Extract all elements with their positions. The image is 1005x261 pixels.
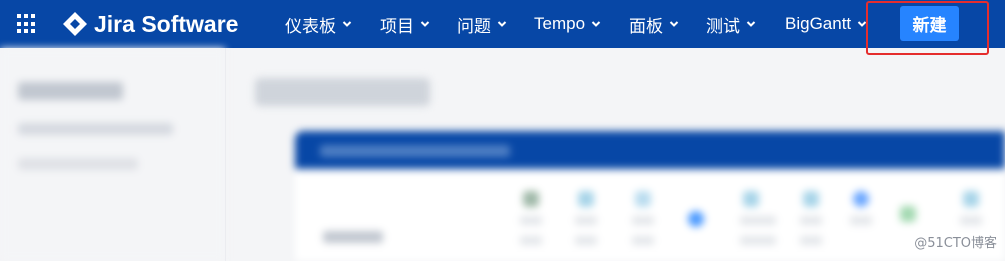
nav-item-label: BigGantt <box>785 14 852 33</box>
card-banner <box>295 131 1005 169</box>
cell-icon <box>963 191 979 207</box>
nav-item-label: 问题 <box>457 16 491 36</box>
sidebar-divider <box>225 48 226 261</box>
cell-icon <box>853 191 869 207</box>
app-switcher-grid-icon[interactable] <box>17 14 37 34</box>
chevron-down-icon <box>746 21 756 27</box>
cell-bar <box>850 216 872 225</box>
cell-bar <box>632 216 654 225</box>
nav-item-label: 面板 <box>629 16 663 36</box>
sidebar-title-placeholder <box>18 82 123 100</box>
blurred-page-content <box>0 48 1005 261</box>
content-card <box>295 131 1005 261</box>
cell-bar <box>520 216 542 225</box>
cell-icon <box>635 191 651 207</box>
banner-text-placeholder <box>320 145 510 157</box>
nav-item-biggantt[interactable]: BigGantt <box>785 12 867 36</box>
nav-item-label: 测试 <box>706 16 740 36</box>
chevron-down-icon <box>342 21 352 27</box>
chevron-down-icon <box>857 21 867 27</box>
jira-software-logo[interactable]: Jira Software <box>62 9 238 39</box>
chevron-down-icon <box>669 21 679 27</box>
nav-item-tempo[interactable]: Tempo <box>534 12 601 36</box>
create-button[interactable]: 新建 <box>900 6 959 41</box>
cell-icon <box>900 206 916 222</box>
nav-item-issues[interactable]: 问题 <box>457 12 507 36</box>
top-navigation-bar: Jira Software 仪表板 项目 问题 Tempo 面板 测试 BigG… <box>0 0 1005 48</box>
cell-icon <box>578 191 594 207</box>
sidebar-item-placeholder <box>18 158 138 170</box>
chevron-down-icon <box>420 21 430 27</box>
cell-icon <box>688 211 704 227</box>
nav-item-label: 仪表板 <box>285 16 336 36</box>
cell-icon <box>803 191 819 207</box>
cell-bar <box>575 236 597 245</box>
cell-bar <box>520 236 542 245</box>
cell-bar <box>740 236 776 245</box>
cell-bar <box>800 216 822 225</box>
row-label-placeholder <box>323 231 383 243</box>
cell-bar <box>740 216 776 225</box>
nav-item-projects[interactable]: 项目 <box>380 12 430 36</box>
cell-bar <box>800 236 822 245</box>
cell-bar <box>960 216 982 225</box>
cell-icon <box>743 191 759 207</box>
chevron-down-icon <box>591 21 601 27</box>
cell-bar <box>632 236 654 245</box>
nav-item-boards[interactable]: 面板 <box>629 12 679 36</box>
product-name: Jira Software <box>94 10 239 37</box>
sidebar <box>0 48 225 261</box>
cell-icon <box>523 191 539 207</box>
nav-item-label: Tempo <box>534 14 586 33</box>
jira-diamond-icon <box>63 12 87 36</box>
nav-item-label: 项目 <box>380 16 414 36</box>
nav-item-dashboards[interactable]: 仪表板 <box>285 12 352 36</box>
page-header-placeholder <box>255 78 430 106</box>
nav-item-tests[interactable]: 测试 <box>706 12 756 36</box>
watermark: @51CTO博客 <box>914 236 997 251</box>
sidebar-item-placeholder <box>18 123 173 135</box>
cell-bar <box>575 216 597 225</box>
chevron-down-icon <box>497 21 507 27</box>
